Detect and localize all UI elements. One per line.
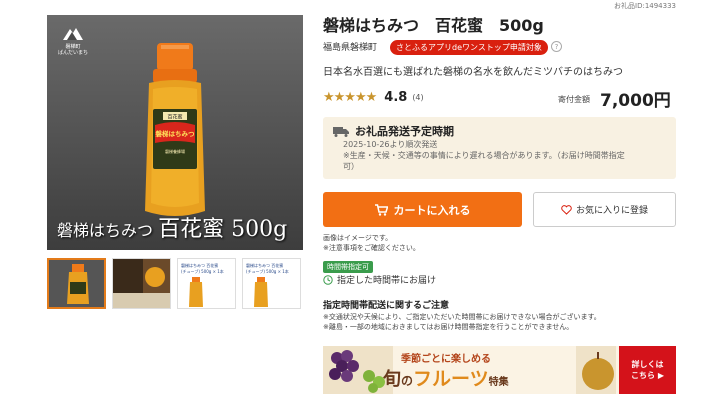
add-favorite-label: お気に入りに登録 [575,206,648,216]
image-caption-small: 磐梯はちみつ [57,221,154,240]
thumbnail-4-text-1: 磐梯はちみつ 百花蜜 [246,262,283,268]
shipping-info-box: お礼品発送予定時期 2025-10-26より順次発送 ※生産・天候・交通等の事情… [323,117,676,179]
banner-details-button[interactable]: 詳しくは こちら ▶ [619,346,676,394]
bottle-label-main: 磐梯はちみつ [155,129,196,138]
shipping-title: お礼品発送予定時期 [355,125,454,138]
bottle-label-top: 百花蜜 [167,114,182,121]
image-notes: 画像はイメージです。 ※注意事項をご確認ください。 [323,233,420,253]
thumbnail-4-text-2: (チューブ) 500g × 1本 [246,268,289,274]
thumbnail-1[interactable] [47,258,106,309]
banner-fruits: フルーツ [413,368,489,390]
app-onestop-badge: さとふるアプリdeワンストップ申請対象 [390,40,548,55]
caution-line-2: ※離島・一部の地域におきましてはお届け時間帯指定を行うことができません。 [323,323,574,331]
add-favorite-button[interactable]: お気に入りに登録 [533,192,676,227]
municipality-link[interactable]: 福島県磐梯町 [323,40,377,53]
note-image: 画像はイメージです。 [323,234,393,242]
thumbnail-2[interactable] [112,258,171,309]
caution-notes: ※交通状況や天候により、ご指定いただいた時間帯にお届けできない場合がございます。… [323,312,601,332]
banner-cta-line-1: 詳しくは [631,360,664,369]
thumbnail-3-text-1: 磐梯はちみつ 百花蜜 [181,262,218,268]
thumbnail-3-text-2: (チューブ) 500g × 1本 [181,268,224,274]
shipping-note-2: 可） [343,162,359,171]
banner-cta-line-2: こちら ▶ [631,371,664,380]
caution-line-1: ※交通状況や天候により、ご指定いただいた時間帯にお届けできない場合がございます。 [323,313,601,321]
shipping-note-1: ※生産・天候・交通等の事情により遅れる場合があります。（お届け時間帯指定 [343,151,625,160]
town-logo: 磐梯町 ばんだいまち [55,25,91,56]
add-to-cart-label: カートに入れる [393,203,471,217]
banner-main-text: 旬のフルーツ特集 [383,364,509,391]
thumbnail-3[interactable]: 磐梯はちみつ 百花蜜 (チューブ) 500g × 1本 [177,258,236,309]
logo-line-2: ばんだいまち [57,50,88,56]
delivery-time-text: 指定した時間帯にお届け [337,276,437,286]
fruit-feature-banner[interactable]: 季節ごとに楽しめる 旬のフルーツ特集 詳しくは こちら ▶ [323,346,676,394]
honey-bottle-image: 百花蜜 磐梯はちみつ 磐梯養蜂場 [145,43,205,216]
shipping-date: 2025-10-26より順次発送 [343,140,438,149]
note-caution-link[interactable]: ※注意事項をご確認ください。 [323,243,420,253]
truck-icon [333,126,349,137]
time-specify-badge: 時間帯指定可 [323,261,373,273]
star-rating-icon: ★★★★★ [323,90,377,105]
image-caption: 磐梯はちみつ 百花蜜 500g [57,211,287,243]
main-product-image[interactable]: 磐梯町 ばんだいまち 百花蜜 磐梯はちみつ 磐梯養蜂場 磐梯はちみつ 百花蜜 5… [47,15,303,250]
thumbnail-4[interactable]: 磐梯はちみつ 百花蜜 (チューブ) 500g × 1本 [242,258,301,309]
clock-icon [323,274,333,285]
item-number: お礼品ID:1494333 [614,2,676,10]
review-count-link[interactable]: (4) [412,93,423,102]
price-value: 7,000円 [600,91,671,111]
price-label: 寄付金額 [558,95,590,104]
image-caption-big: 百花蜜 500g [158,217,288,242]
banner-headline: 季節ごとに楽しめる [401,354,491,365]
mountain-icon [63,28,83,40]
bottle-label-sub: 磐梯養蜂場 [165,148,185,154]
heart-icon [561,204,572,215]
banner-tokushu: 特集 [488,377,509,388]
product-title: 磐梯はちみつ 百花蜜 500g [323,16,544,35]
thumbnail-strip: 磐梯はちみつ 百花蜜 (チューブ) 500g × 1本 磐梯はちみつ 百花蜜 (… [47,258,301,309]
delivery-time-row: 指定した時間帯にお届け [323,273,436,286]
add-to-cart-button[interactable]: カートに入れる [323,192,522,227]
banner-no: の [401,374,414,388]
banner-shun: 旬 [383,369,401,390]
rating-value: 4.8 [384,90,408,105]
rating-row: ★★★★★ 4.8 (4) [323,90,424,105]
help-icon[interactable]: ? [551,41,562,52]
pear-image [576,346,616,394]
cart-icon [374,203,388,216]
caution-title: 指定時間帯配送に関するご注意 [323,301,450,311]
product-description: 日本名水百選にも選ばれた磐梯の名水を飲んだミツバチのはちみつ [323,67,623,78]
